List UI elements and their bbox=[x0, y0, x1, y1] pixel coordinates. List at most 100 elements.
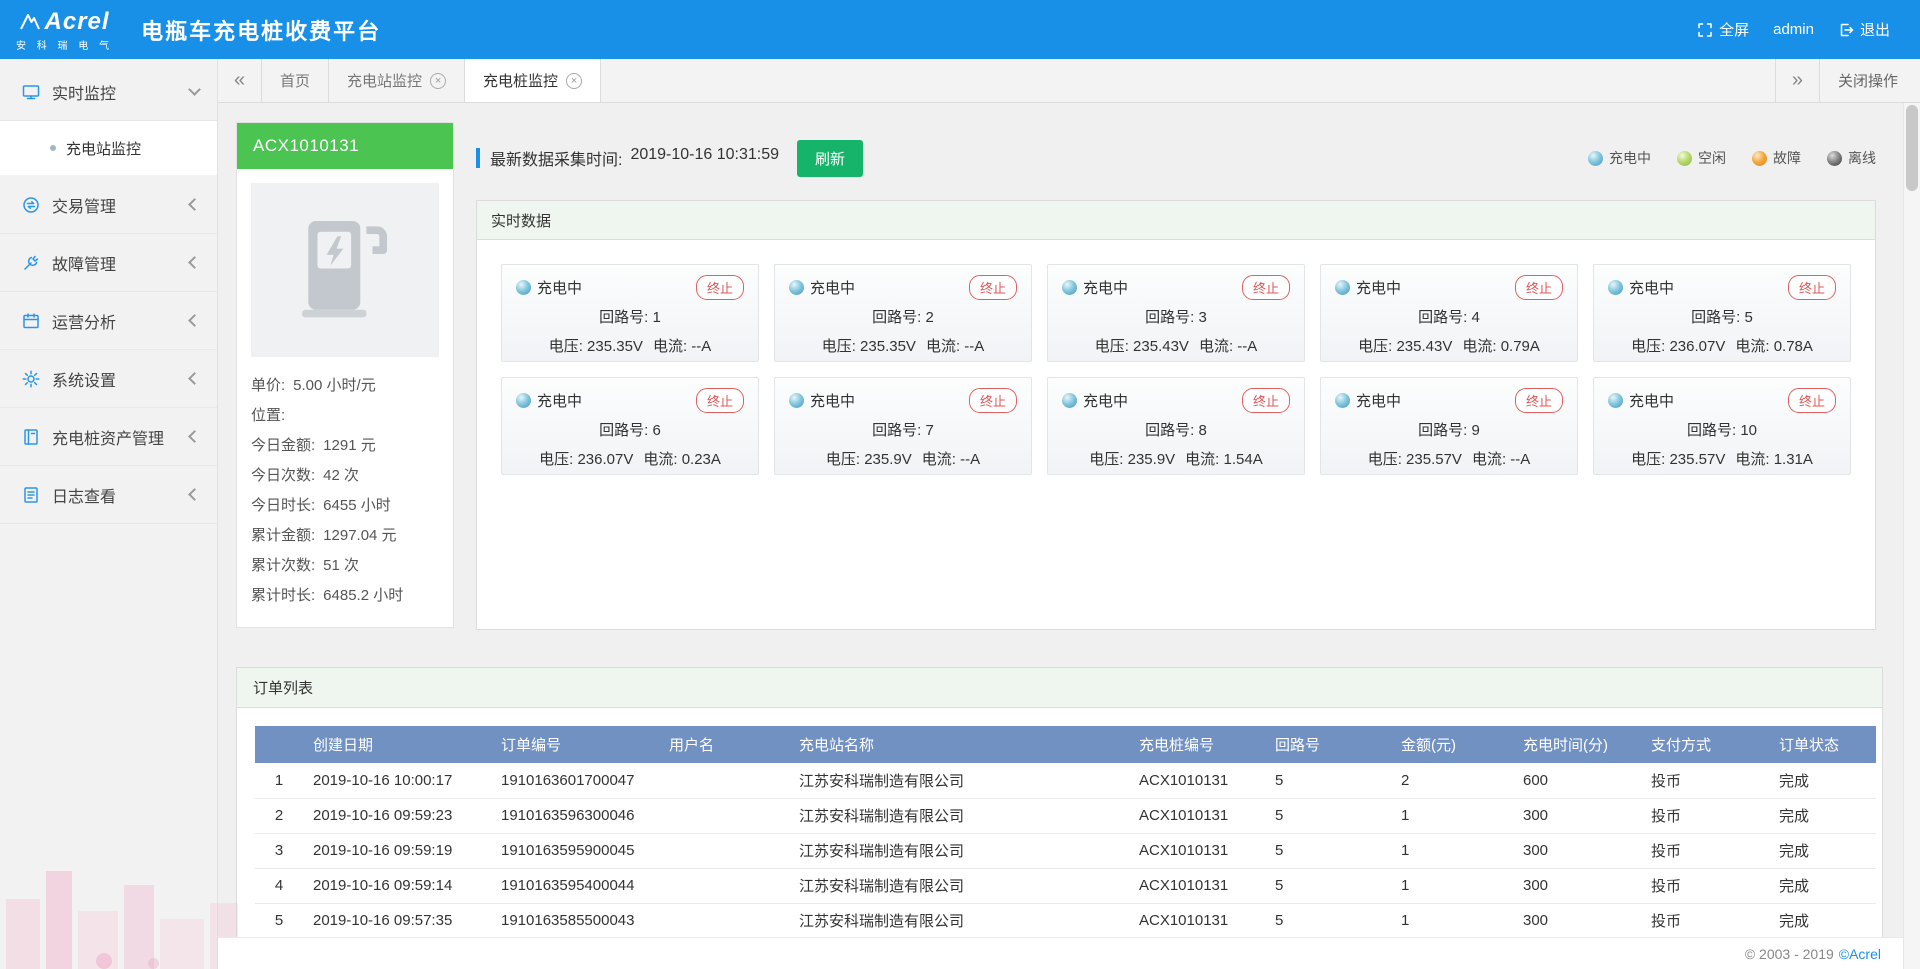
order-row[interactable]: 1 2019-10-16 10:00:17 1910163601700047 江… bbox=[255, 763, 1876, 798]
sidebar-item-transactions[interactable]: 交易管理 bbox=[0, 176, 217, 234]
col-header-pay: 支付方式 bbox=[1641, 726, 1769, 763]
legend-idle: 空闲 bbox=[1677, 148, 1726, 168]
chevron-left-icon bbox=[188, 372, 201, 385]
tab-label: 充电桩监控 bbox=[483, 70, 558, 91]
terminate-button[interactable]: 终止 bbox=[696, 275, 744, 300]
cell-pile: ACX1010131 bbox=[1129, 868, 1265, 903]
circuit-meter: 电压: 236.07V电流: 0.78A bbox=[1608, 335, 1836, 356]
circuit-card: 充电中终止 回路号: 4 电压: 235.43V电流: 0.79A bbox=[1320, 264, 1578, 362]
tab-station-monitor[interactable]: 充电站监控 × bbox=[329, 59, 465, 102]
sidebar-item-station-monitor[interactable]: 充电站监控 bbox=[0, 121, 217, 175]
chevron-left-icon bbox=[188, 198, 201, 211]
charging-status-icon bbox=[1588, 151, 1603, 166]
fullscreen-icon bbox=[1697, 22, 1713, 38]
terminate-button[interactable]: 终止 bbox=[1242, 275, 1290, 300]
charging-status-icon bbox=[516, 280, 531, 295]
tab-home[interactable]: 首页 bbox=[262, 59, 329, 102]
terminate-button[interactable]: 终止 bbox=[1242, 388, 1290, 413]
realtime-panel-title: 实时数据 bbox=[477, 201, 1875, 240]
bullet-icon bbox=[50, 145, 56, 151]
cell-amount: 1 bbox=[1391, 868, 1513, 903]
terminate-button[interactable]: 终止 bbox=[1515, 388, 1563, 413]
chevron-down-icon bbox=[188, 83, 201, 96]
close-tab-icon[interactable]: × bbox=[430, 73, 446, 89]
refresh-button[interactable]: 刷新 bbox=[797, 140, 863, 177]
cell-loop: 5 bbox=[1265, 833, 1391, 868]
cell-amount: 2 bbox=[1391, 763, 1513, 798]
cell-loop: 5 bbox=[1265, 798, 1391, 833]
close-operations-button[interactable]: 关闭操作 bbox=[1819, 59, 1920, 102]
cell-amount: 1 bbox=[1391, 798, 1513, 833]
legend-fault: 故障 bbox=[1752, 148, 1801, 168]
sidebar-item-label: 充电桩资产管理 bbox=[52, 425, 164, 449]
stat-total-duration: 累计时长:6485.2 小时 bbox=[251, 581, 439, 611]
logout-button[interactable]: 退出 bbox=[1838, 19, 1890, 40]
fullscreen-button[interactable]: 全屏 bbox=[1697, 19, 1749, 40]
cell-station: 江苏安科瑞制造有限公司 bbox=[789, 763, 1129, 798]
logo-subtext: 安 科 瑞 电 气 bbox=[16, 37, 113, 52]
order-row[interactable]: 2 2019-10-16 09:59:23 1910163596300046 江… bbox=[255, 798, 1876, 833]
log-icon bbox=[22, 486, 40, 504]
terminate-button[interactable]: 终止 bbox=[1788, 275, 1836, 300]
scrollbar-track[interactable] bbox=[1903, 103, 1920, 969]
cell-pile: ACX1010131 bbox=[1129, 903, 1265, 938]
cell-loop: 5 bbox=[1265, 868, 1391, 903]
sidebar-item-pile-assets[interactable]: 充电桩资产管理 bbox=[0, 408, 217, 466]
circuit-loop: 回路号: 10 bbox=[1608, 419, 1836, 440]
sidebar-item-label: 交易管理 bbox=[52, 193, 116, 217]
cell-loop: 5 bbox=[1265, 763, 1391, 798]
monitor-icon bbox=[22, 83, 40, 101]
stat-unit-price: 单价:5.00 小时/元 bbox=[251, 371, 439, 401]
cell-index: 5 bbox=[255, 903, 303, 938]
circuit-loop: 回路号: 1 bbox=[516, 306, 744, 327]
cell-status: 完成 bbox=[1769, 868, 1876, 903]
order-row[interactable]: 4 2019-10-16 09:59:14 1910163595400044 江… bbox=[255, 868, 1876, 903]
chevron-left-icon bbox=[188, 314, 201, 327]
circuit-status: 充电中 bbox=[789, 390, 855, 411]
sidebar-item-operations-analysis[interactable]: 运营分析 bbox=[0, 292, 217, 350]
device-card: ACX1010131 单价:5.00 小时/元 位置: 今日金额:1291 元 … bbox=[236, 122, 454, 628]
cell-created: 2019-10-16 09:59:14 bbox=[303, 868, 491, 903]
calendar-icon bbox=[22, 312, 40, 330]
sidebar-item-faults[interactable]: 故障管理 bbox=[0, 234, 217, 292]
scrollbar-thumb[interactable] bbox=[1906, 105, 1918, 191]
tabs-scroll-left-button[interactable]: « bbox=[218, 59, 262, 102]
cell-pay: 投币 bbox=[1641, 903, 1769, 938]
order-row[interactable]: 3 2019-10-16 09:59:19 1910163595900045 江… bbox=[255, 833, 1876, 868]
terminate-button[interactable]: 终止 bbox=[969, 388, 1017, 413]
terminate-button[interactable]: 终止 bbox=[1788, 388, 1836, 413]
sidebar-item-realtime-monitor[interactable]: 实时监控 bbox=[0, 63, 217, 121]
tabs-scroll-right-button[interactable]: » bbox=[1775, 59, 1819, 102]
circuit-loop: 回路号: 7 bbox=[789, 419, 1017, 440]
orders-panel: 订单列表 创建日期 订单编号 用户名 充电站名称 充电桩编号 回 bbox=[236, 667, 1883, 940]
cell-index: 2 bbox=[255, 798, 303, 833]
chevron-left-icon bbox=[188, 256, 201, 269]
realtime-panel: 实时数据 充电中终止 回路号: 1 电压: 235.35V电流: --A 充电中… bbox=[476, 200, 1876, 630]
terminate-button[interactable]: 终止 bbox=[696, 388, 744, 413]
sidebar-item-logs[interactable]: 日志查看 bbox=[0, 466, 217, 524]
order-row[interactable]: 5 2019-10-16 09:57:35 1910163585500043 江… bbox=[255, 903, 1876, 938]
circuit-loop: 回路号: 8 bbox=[1062, 419, 1290, 440]
circuit-status: 充电中 bbox=[516, 277, 582, 298]
sidebar-item-label: 系统设置 bbox=[52, 367, 116, 391]
offline-status-icon bbox=[1827, 151, 1842, 166]
user-menu[interactable]: admin bbox=[1773, 21, 1814, 38]
tab-pile-monitor[interactable]: 充电桩监控 × bbox=[465, 59, 601, 102]
acrel-link[interactable]: ©Acrel bbox=[1839, 946, 1881, 962]
circuit-meter: 电压: 235.43V电流: 0.79A bbox=[1335, 335, 1563, 356]
terminate-button[interactable]: 终止 bbox=[1515, 275, 1563, 300]
terminate-button[interactable]: 终止 bbox=[969, 275, 1017, 300]
sidebar-item-system-settings[interactable]: 系统设置 bbox=[0, 350, 217, 408]
cell-order-no: 1910163595400044 bbox=[491, 868, 659, 903]
circuit-loop: 回路号: 5 bbox=[1608, 306, 1836, 327]
circuit-card: 充电中终止 回路号: 7 电压: 235.9V电流: --A bbox=[774, 377, 1032, 475]
gear-icon bbox=[22, 370, 40, 388]
circuit-meter: 电压: 235.9V电流: 1.54A bbox=[1062, 448, 1290, 469]
cell-pile: ACX1010131 bbox=[1129, 798, 1265, 833]
circuit-card: 充电中终止 回路号: 6 电压: 236.07V电流: 0.23A bbox=[501, 377, 759, 475]
stat-location: 位置: bbox=[251, 401, 439, 431]
circuit-status: 充电中 bbox=[1335, 390, 1401, 411]
close-tab-icon[interactable]: × bbox=[566, 73, 582, 89]
cell-station: 江苏安科瑞制造有限公司 bbox=[789, 903, 1129, 938]
charging-status-icon bbox=[1608, 280, 1623, 295]
